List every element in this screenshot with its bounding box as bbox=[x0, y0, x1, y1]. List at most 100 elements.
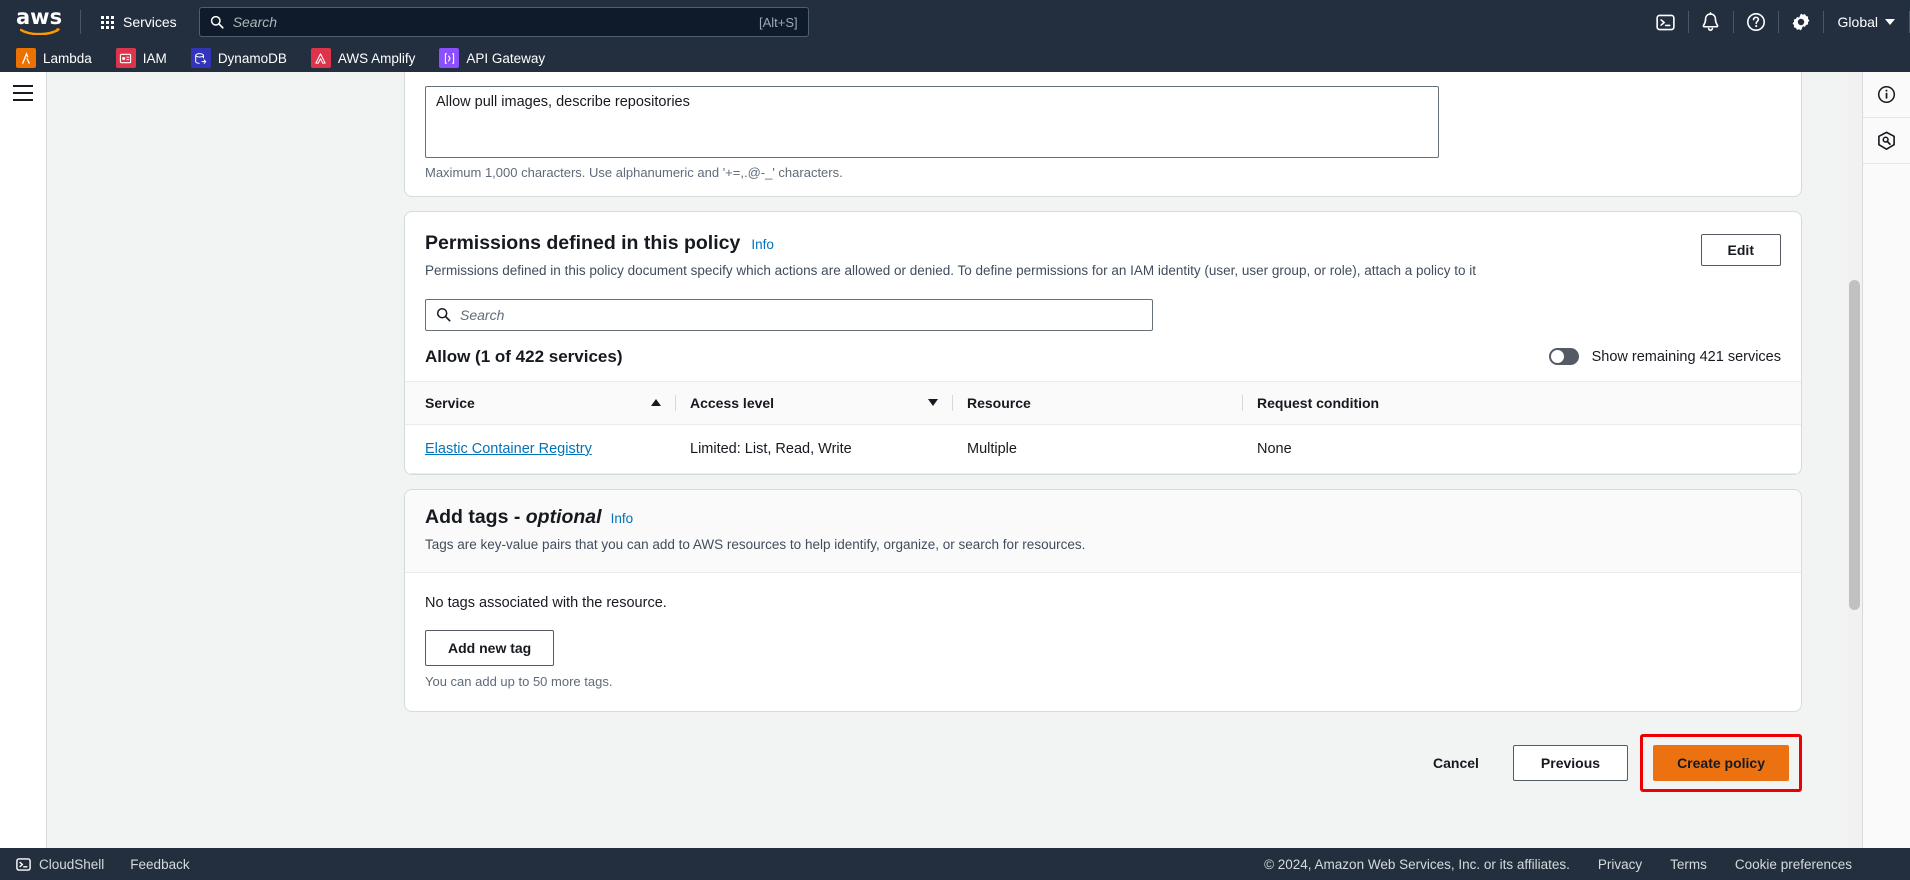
search-icon bbox=[436, 308, 451, 322]
sort-descending-icon bbox=[928, 399, 938, 407]
aws-logo-smile bbox=[20, 28, 60, 35]
dynamodb-icon bbox=[190, 48, 211, 68]
grid-menu-icon bbox=[101, 15, 114, 29]
footer-link-terms[interactable]: Terms bbox=[1670, 857, 1707, 872]
permissions-search-input[interactable] bbox=[460, 306, 1142, 323]
column-header-resource[interactable]: Resource bbox=[967, 380, 1257, 425]
footer-feedback-link[interactable]: Feedback bbox=[130, 857, 189, 872]
iam-icon bbox=[115, 48, 136, 68]
footer-link-cookie-preferences[interactable]: Cookie preferences bbox=[1735, 857, 1852, 872]
service-link-elastic-container-registry[interactable]: Elastic Container Registry bbox=[425, 441, 592, 457]
footer-cloudshell-label: CloudShell bbox=[39, 856, 105, 872]
region-label: Global bbox=[1837, 14, 1878, 30]
sort-ascending-icon bbox=[651, 399, 661, 407]
content-column: Maximum 1,000 characters. Use alphanumer… bbox=[404, 72, 1802, 792]
edit-permissions-button[interactable]: Edit bbox=[1700, 234, 1781, 266]
policy-description-textarea[interactable] bbox=[425, 86, 1439, 158]
add-tags-title-main: Add tags - bbox=[425, 505, 526, 528]
global-search-input[interactable] bbox=[232, 14, 760, 30]
favorite-lambda[interactable]: Lambda bbox=[16, 48, 92, 68]
wizard-action-bar: Cancel Previous Create policy bbox=[404, 726, 1802, 792]
hamburger-menu-icon[interactable] bbox=[13, 85, 33, 101]
footer-left-group: CloudShell Feedback bbox=[0, 857, 190, 872]
footer-copyright: © 2024, Amazon Web Services, Inc. or its… bbox=[1264, 856, 1570, 872]
permissions-section-title: Permissions defined in this policy bbox=[425, 232, 741, 254]
services-label: Services bbox=[123, 14, 177, 30]
footer-right-group: © 2024, Amazon Web Services, Inc. or its… bbox=[1264, 857, 1910, 872]
search-icon bbox=[210, 15, 224, 29]
no-tags-message: No tags associated with the resource. bbox=[425, 594, 667, 611]
left-navigation-rail bbox=[0, 72, 47, 850]
cell-service: Elastic Container Registry bbox=[405, 424, 690, 474]
column-header-service[interactable]: Service bbox=[405, 380, 690, 425]
column-header-access-level[interactable]: Access level bbox=[690, 380, 967, 425]
favorite-aws-amplify[interactable]: AWS Amplify bbox=[310, 48, 416, 68]
favorites-bar: Lambda IAM DynamoDB AWS Amplify API Gate… bbox=[0, 44, 1910, 72]
settings-gear-icon[interactable] bbox=[1779, 0, 1823, 44]
column-label: Access level bbox=[690, 394, 775, 411]
scrollbar-thumb[interactable] bbox=[1849, 280, 1860, 610]
column-label: Resource bbox=[967, 394, 1031, 411]
cloudshell-icon bbox=[16, 857, 31, 871]
cell-request-condition: None bbox=[1257, 424, 1801, 474]
notifications-bell-icon[interactable] bbox=[1689, 0, 1733, 44]
favorite-label: IAM bbox=[142, 50, 167, 66]
cell-access-level: Limited: List, Read, Write bbox=[690, 424, 967, 474]
favorite-label: AWS Amplify bbox=[337, 50, 416, 66]
permissions-info-link[interactable]: Info bbox=[751, 237, 774, 252]
right-help-rail bbox=[1862, 72, 1910, 850]
favorite-api-gateway[interactable]: API Gateway bbox=[439, 48, 545, 68]
allow-services-count: Allow (1 of 422 services) bbox=[425, 346, 623, 366]
topnav-right-group: Global bbox=[1644, 0, 1910, 44]
allow-summary-row: Allow (1 of 422 services) Show remaining… bbox=[405, 331, 1801, 381]
aws-logo[interactable]: aws bbox=[16, 7, 68, 37]
help-question-icon[interactable] bbox=[1734, 0, 1778, 44]
toggle-switch-knob bbox=[1550, 350, 1564, 364]
nav-divider-1 bbox=[80, 10, 81, 34]
favorite-dynamodb[interactable]: DynamoDB bbox=[190, 48, 287, 68]
add-new-tag-button[interactable]: Add new tag bbox=[425, 629, 555, 666]
add-tags-header: Add tags - optional Info Tags are key-va… bbox=[405, 489, 1801, 573]
add-tags-description: Tags are key-value pairs that you can ad… bbox=[425, 536, 1086, 552]
description-card: Maximum 1,000 characters. Use alphanumer… bbox=[404, 72, 1802, 197]
permissions-section-description: Permissions defined in this policy docum… bbox=[425, 263, 1477, 278]
permissions-search-box[interactable] bbox=[425, 298, 1153, 331]
favorite-label: Lambda bbox=[43, 50, 92, 66]
column-label: Service bbox=[425, 394, 475, 411]
column-label: Request condition bbox=[1257, 394, 1380, 411]
top-navigation-bar: aws Services [Alt+S] bbox=[0, 0, 1910, 44]
favorite-iam[interactable]: IAM bbox=[115, 48, 167, 68]
footer-cloudshell-button[interactable]: CloudShell bbox=[16, 857, 104, 872]
cell-resource: Multiple bbox=[967, 424, 1257, 474]
apigateway-icon bbox=[439, 48, 460, 68]
add-tags-title-optional: optional bbox=[525, 505, 602, 528]
services-menu-button[interactable]: Services bbox=[93, 9, 185, 35]
search-shortcut-hint: [Alt+S] bbox=[759, 14, 798, 30]
toggle-label: Show remaining 421 services bbox=[1591, 348, 1781, 365]
show-remaining-services-toggle[interactable]: Show remaining 421 services bbox=[1548, 348, 1781, 366]
cloudshell-icon[interactable] bbox=[1644, 0, 1688, 44]
security-shield-key-icon[interactable] bbox=[1863, 118, 1910, 164]
toggle-switch-track bbox=[1548, 348, 1579, 366]
chevron-down-icon bbox=[1885, 19, 1895, 25]
add-tags-card: Add tags - optional Info Tags are key-va… bbox=[404, 488, 1802, 712]
column-header-request-condition[interactable]: Request condition bbox=[1257, 380, 1801, 425]
footer-link-privacy[interactable]: Privacy bbox=[1598, 857, 1642, 872]
description-hint: Maximum 1,000 characters. Use alphanumer… bbox=[425, 165, 843, 180]
tag-limit-note: You can add up to 50 more tags. bbox=[425, 673, 613, 689]
favorite-label: DynamoDB bbox=[217, 50, 287, 66]
create-policy-button[interactable]: Create policy bbox=[1653, 744, 1789, 781]
info-circle-icon[interactable] bbox=[1863, 72, 1910, 118]
region-selector[interactable]: Global bbox=[1824, 0, 1909, 44]
create-policy-highlight-annotation: Create policy bbox=[1640, 733, 1802, 792]
lambda-icon bbox=[16, 48, 36, 68]
page-canvas: Maximum 1,000 characters. Use alphanumer… bbox=[47, 72, 1862, 850]
table-row: Elastic Container Registry Limited: List… bbox=[405, 424, 1801, 474]
page-scrollbar[interactable] bbox=[1848, 72, 1861, 850]
cancel-button[interactable]: Cancel bbox=[1417, 748, 1495, 778]
add-tags-title: Add tags - optional bbox=[425, 506, 602, 529]
global-search-bar[interactable]: [Alt+S] bbox=[198, 7, 809, 37]
add-tags-info-link[interactable]: Info bbox=[611, 511, 634, 526]
page-footer: CloudShell Feedback © 2024, Amazon Web S… bbox=[0, 848, 1910, 880]
previous-button[interactable]: Previous bbox=[1512, 744, 1629, 781]
